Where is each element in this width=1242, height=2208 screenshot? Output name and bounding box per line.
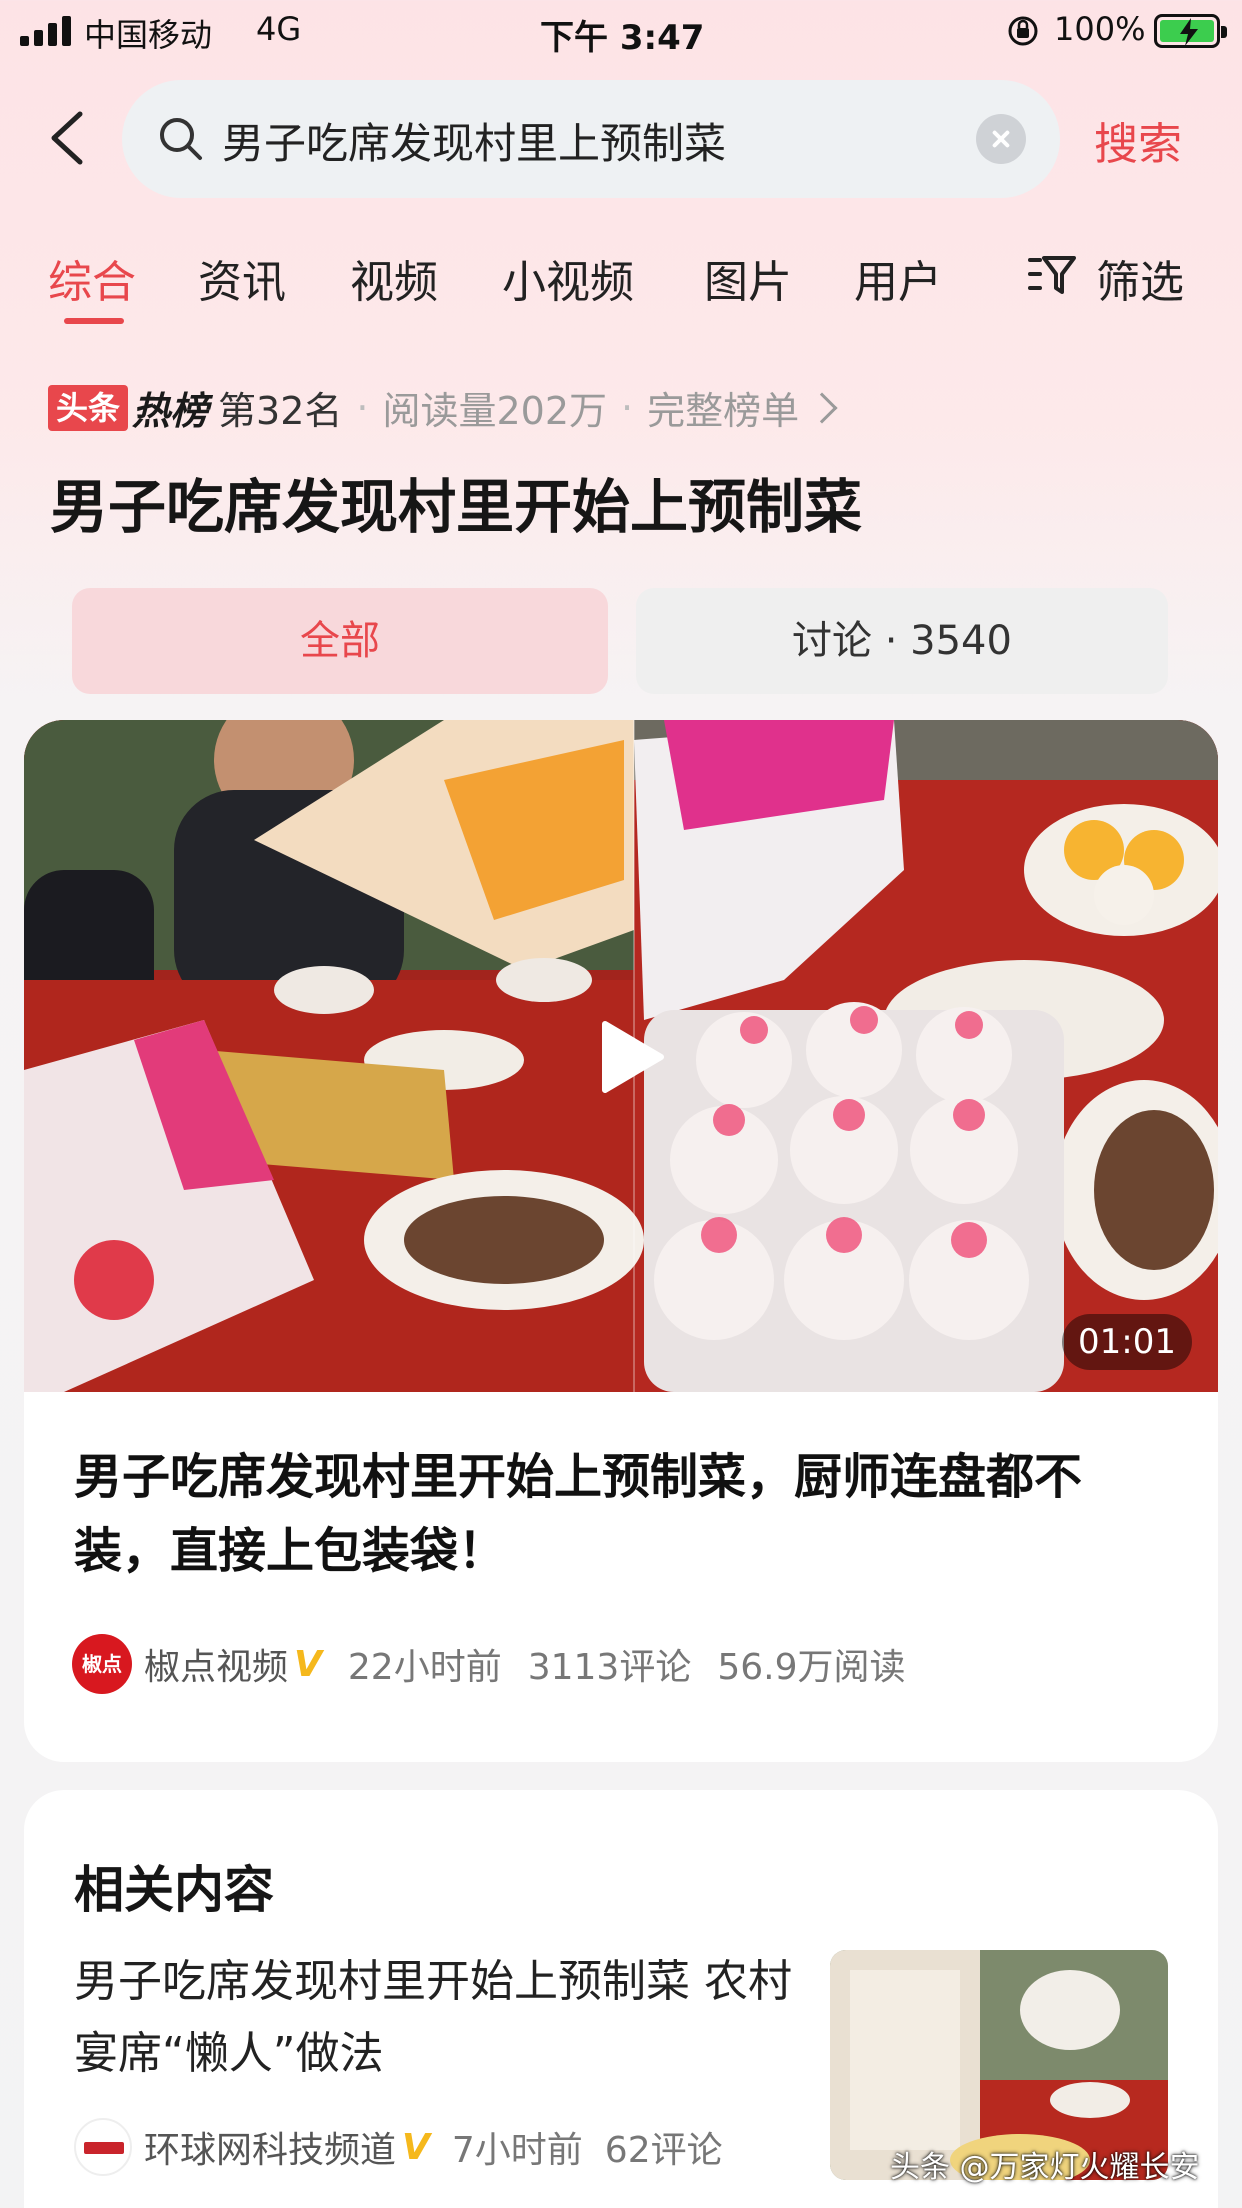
topic-title: 男子吃席发现村里开始上预制菜 (50, 473, 863, 541)
publish-time: 22小时前 (347, 1647, 502, 1688)
tab-video[interactable]: 视频 (350, 246, 438, 310)
separator-dot: · (621, 385, 634, 430)
author-name[interactable]: 椒点视频 (144, 1638, 288, 1690)
related-article-meta: 环球网科技频道 V 7小时前 62评论 (74, 2118, 723, 2178)
carrier-name: 中国移动 (84, 16, 213, 54)
tab-comprehensive[interactable]: 综合 (48, 246, 136, 310)
hot-reads: 阅读量202万 (382, 389, 608, 433)
hot-rank: 第32名 (218, 389, 343, 433)
video-thumbnail[interactable]: 01:01 (24, 720, 1218, 1392)
video-title[interactable]: 男子吃席发现村里开始上预制菜，厨师连盘都不装，直接上包装袋！ (74, 1440, 1174, 1588)
verified-badge: V (402, 2126, 430, 2168)
search-icon (160, 118, 202, 160)
separator-dot: · (356, 385, 369, 430)
filter-icon (1028, 256, 1076, 294)
network-type: 4G (256, 10, 302, 48)
search-button[interactable]: 搜索 (1094, 108, 1182, 172)
toutiao-badge: 头条 (48, 384, 129, 431)
hot-list-title: 热榜 (132, 389, 209, 433)
watermark: 头条 @万家灯火耀长安 (890, 2150, 1200, 2185)
tab-users[interactable]: 用户 (854, 246, 942, 310)
related-heading: 相关内容 (74, 1861, 274, 1919)
status-bar: 中国移动 4G 下午 3:47 100% (0, 0, 1242, 62)
video-result-card[interactable]: 01:01 男子吃席发现村里开始上预制菜，厨师连盘都不装，直接上包装袋！ 椒点椒… (24, 720, 1218, 1762)
chevron-right-icon (806, 391, 838, 424)
tab-bar: 综合 资讯 视频 小视频 图片 用户 筛选 (0, 240, 1242, 330)
orientation-lock-icon (1008, 16, 1038, 46)
play-icon[interactable] (589, 1018, 667, 1096)
video-duration: 01:01 (1062, 1314, 1192, 1370)
clear-search-icon[interactable] (976, 114, 1026, 164)
tab-images[interactable]: 图片 (704, 246, 792, 310)
battery-icon (1154, 14, 1227, 48)
related-author-name[interactable]: 环球网科技频道 (144, 2121, 396, 2173)
back-icon[interactable] (44, 108, 94, 168)
read-count: 56.9万阅读 (717, 1647, 906, 1688)
segment-discussion[interactable]: 讨论 · 3540 (636, 588, 1168, 694)
author-avatar[interactable]: 椒点 (72, 1634, 132, 1694)
filter-label: 筛选 (1096, 257, 1184, 308)
related-publish-time: 7小时前 (451, 2130, 583, 2171)
hot-list-row[interactable]: 头条 热榜 第32名 · 阅读量202万 · 完整榜单 (48, 380, 838, 435)
related-author-avatar[interactable] (74, 2118, 132, 2176)
active-tab-indicator (64, 318, 124, 324)
signal-strength-icon (20, 16, 74, 46)
full-list-link[interactable]: 完整榜单 (647, 380, 799, 435)
status-time: 下午 3:47 (540, 18, 705, 58)
related-comment-count: 62评论 (604, 2130, 723, 2171)
battery-percent: 100% (1054, 10, 1146, 48)
tab-short-video[interactable]: 小视频 (502, 246, 634, 310)
verified-badge: V (294, 1643, 322, 1685)
filter-button[interactable]: 筛选 (1028, 246, 1184, 310)
video-meta: 椒点 椒点视频 V 22小时前 3113评论 56.9万阅读 (72, 1634, 906, 1698)
related-article-title[interactable]: 男子吃席发现村里开始上预制菜 农村宴席“懒人”做法 (74, 1946, 794, 2090)
search-input[interactable] (222, 110, 982, 170)
search-box[interactable] (122, 80, 1060, 198)
tab-news[interactable]: 资讯 (198, 246, 286, 310)
segment-all[interactable]: 全部 (72, 588, 608, 694)
comment-count: 3113评论 (527, 1647, 692, 1688)
